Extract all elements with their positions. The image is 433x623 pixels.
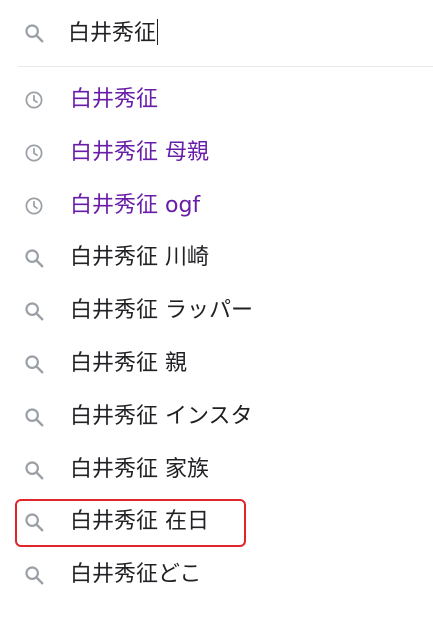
suggestion-text: 白井秀征 在日 xyxy=(70,509,209,535)
search-icon xyxy=(22,510,46,534)
search-icon xyxy=(22,458,46,482)
search-query: 白井秀征 xyxy=(68,21,157,46)
search-input[interactable]: 白井秀征 xyxy=(68,19,398,49)
search-divider xyxy=(18,66,433,67)
suggestion-item[interactable]: 白井秀征 ogf xyxy=(0,180,433,233)
search-icon xyxy=(22,352,46,376)
suggestion-item[interactable]: 白井秀征 家族 xyxy=(0,444,433,497)
search-icon xyxy=(22,246,46,270)
search-box[interactable]: 白井秀征 xyxy=(0,0,433,66)
suggestion-item[interactable]: 白井秀征 インスタ xyxy=(0,391,433,444)
clock-icon xyxy=(22,88,46,112)
suggestion-item[interactable]: 白井秀征 xyxy=(0,74,433,127)
search-icon xyxy=(22,563,46,587)
suggestion-item[interactable]: 白井秀征 ラッパー xyxy=(0,285,433,338)
suggestion-text: 白井秀征 母親 xyxy=(70,139,209,165)
search-icon xyxy=(22,299,46,323)
search-icon xyxy=(22,405,46,429)
clock-icon xyxy=(22,194,46,218)
suggestion-item[interactable]: 白井秀征 母親 xyxy=(0,127,433,180)
suggestion-text: 白井秀征 川崎 xyxy=(70,245,209,271)
text-caret xyxy=(157,19,159,45)
suggestion-text: 白井秀征 ogf xyxy=(70,192,201,218)
suggestion-text: 白井秀征 家族 xyxy=(70,456,209,482)
search-icon xyxy=(22,21,46,45)
suggestion-text: 白井秀征どこ xyxy=(70,562,202,588)
suggestion-item[interactable]: 白井秀征どこ xyxy=(0,549,433,602)
suggestion-list: 白井秀征 白井秀征 母親 白井秀征 ogf 白井秀征 川崎 白井秀征 ラッパー … xyxy=(0,74,433,602)
suggestion-text: 白井秀征 ラッパー xyxy=(70,298,253,324)
suggestion-text: 白井秀征 xyxy=(70,87,159,112)
suggestion-item[interactable]: 白井秀征 川崎 xyxy=(0,232,433,285)
suggestion-item-highlighted[interactable]: 白井秀征 在日 xyxy=(0,496,433,549)
suggestion-text: 白井秀征 インスタ xyxy=(70,403,253,429)
suggestion-item[interactable]: 白井秀征 親 xyxy=(0,338,433,391)
suggestion-text: 白井秀征 親 xyxy=(70,350,187,376)
clock-icon xyxy=(22,141,46,165)
